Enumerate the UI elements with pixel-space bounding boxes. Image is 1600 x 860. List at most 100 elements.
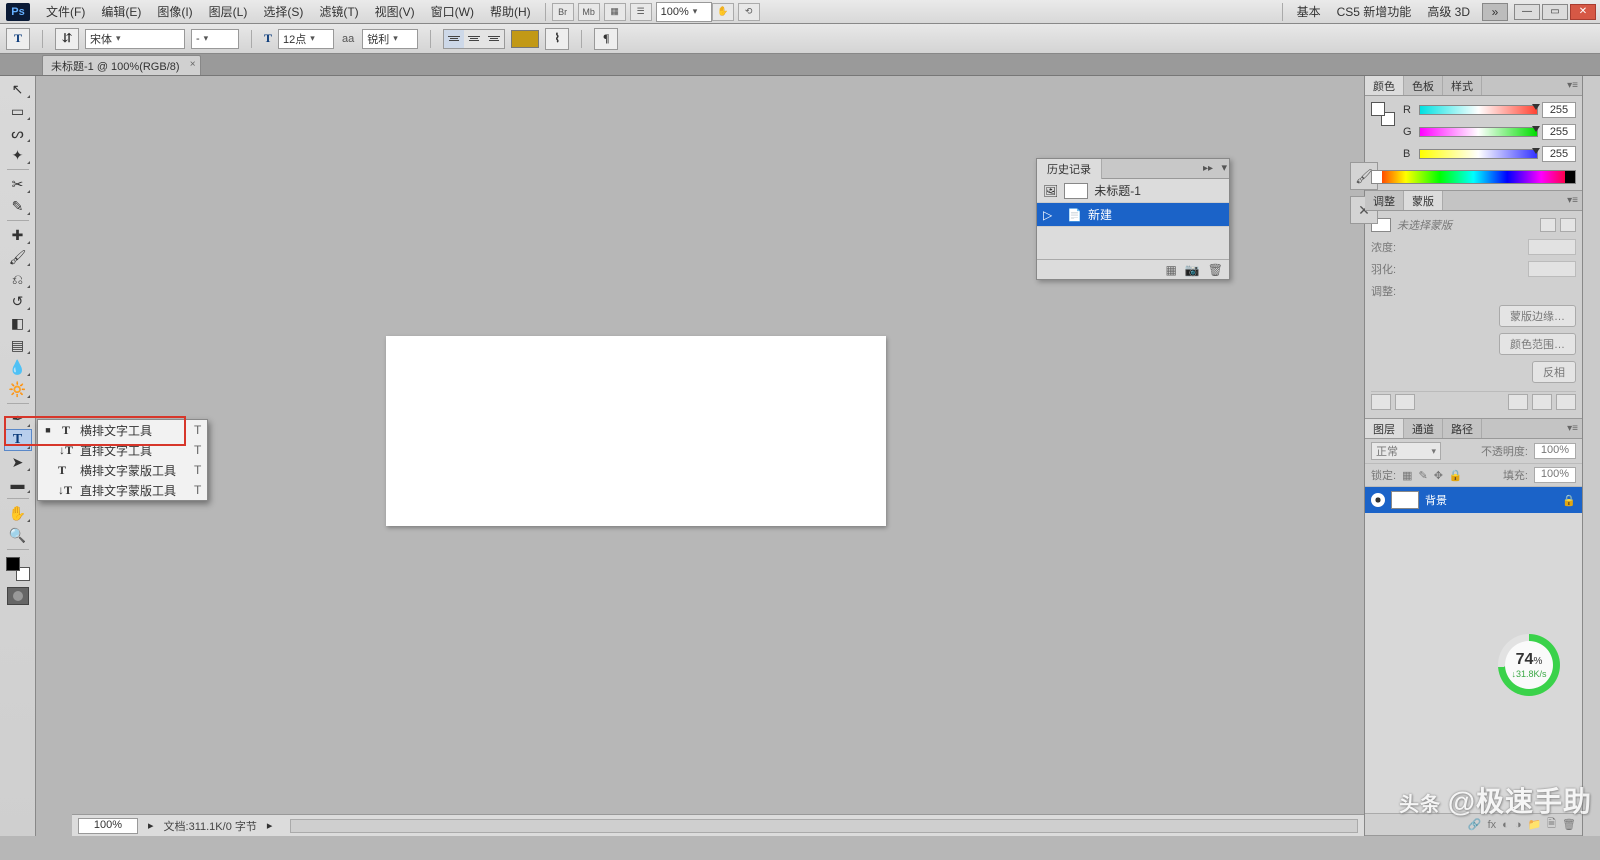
workspace-expand-button[interactable]: » xyxy=(1482,3,1508,21)
invert-button[interactable]: 反相 xyxy=(1532,361,1576,383)
mask-delete-icon[interactable] xyxy=(1556,394,1576,410)
gradient-tool[interactable]: ▤ xyxy=(4,334,32,356)
flyout-vertical-type-mask[interactable]: ↓T⃣ 直排文字蒙版工具 T xyxy=(38,480,207,500)
lock-pixels-icon[interactable]: ▦ xyxy=(1402,469,1412,482)
menu-image[interactable]: 图像(I) xyxy=(149,1,200,23)
zoom-tool[interactable]: 🔍 xyxy=(4,524,32,546)
font-size-dropdown[interactable]: 12点 xyxy=(278,29,334,49)
window-maximize-button[interactable]: ▭ xyxy=(1542,4,1568,20)
tab-paths[interactable]: 路径 xyxy=(1443,419,1482,438)
document-tab[interactable]: 未标题-1 @ 100%(RGB/8) × xyxy=(42,55,201,75)
color-ramp[interactable] xyxy=(1371,170,1576,184)
fill-input[interactable]: 100% xyxy=(1534,467,1576,483)
opacity-input[interactable]: 100% xyxy=(1534,443,1576,459)
wand-tool[interactable]: ✦ xyxy=(4,144,32,166)
align-right-button[interactable] xyxy=(484,30,504,48)
flyout-horizontal-type-mask[interactable]: T⃣ 横排文字蒙版工具 T xyxy=(38,460,207,480)
rotate-view-icon[interactable]: ⟲ xyxy=(738,3,760,21)
panel-menu-icon[interactable]: ▾≡ xyxy=(1567,423,1578,434)
orientation-icon[interactable]: ⇵ xyxy=(55,28,79,50)
status-arrow[interactable]: ▸ xyxy=(267,819,273,832)
antialias-dropdown[interactable]: 锐利 xyxy=(362,29,418,49)
lock-move-icon[interactable]: ✥ xyxy=(1434,469,1443,482)
menu-file[interactable]: 文件(F) xyxy=(38,1,93,23)
dodge-tool[interactable]: 🔆 xyxy=(4,378,32,400)
window-close-button[interactable]: ✕ xyxy=(1570,4,1596,20)
panel-menu-icon[interactable]: ▸▸ xyxy=(1203,163,1213,174)
panel-menu-icon[interactable]: ▾≡ xyxy=(1567,195,1578,206)
history-panel[interactable]: 历史记录 ▸▸ ▾ 🖼 未标题-1 ▷ 📄 新建 ▦ 📷 🗑 xyxy=(1036,158,1230,280)
tab-mask[interactable]: 蒙版 xyxy=(1404,191,1443,210)
stamp-tool[interactable]: ⎌ xyxy=(4,268,32,290)
eyedropper-tool[interactable]: ✎ xyxy=(4,195,32,217)
tab-styles[interactable]: 样式 xyxy=(1443,76,1482,95)
menu-filter[interactable]: 滤镜(T) xyxy=(311,1,366,23)
marquee-tool[interactable]: ▭ xyxy=(4,100,32,122)
align-left-button[interactable] xyxy=(444,30,464,48)
menu-help[interactable]: 帮助(H) xyxy=(482,1,539,23)
character-panel-icon[interactable]: ¶ xyxy=(594,28,618,50)
tool-preset-icon[interactable]: T xyxy=(6,28,30,50)
g-slider[interactable] xyxy=(1419,127,1538,137)
type-tool[interactable]: T xyxy=(4,429,32,451)
visibility-icon[interactable] xyxy=(1371,493,1385,507)
g-value[interactable]: 255 xyxy=(1542,124,1576,140)
color-range-button[interactable]: 颜色范围… xyxy=(1499,333,1576,355)
menu-view[interactable]: 视图(V) xyxy=(367,1,423,23)
pixel-mask-icon[interactable] xyxy=(1540,218,1556,232)
dock-edge[interactable] xyxy=(1582,76,1600,836)
bridge-icon[interactable]: Br xyxy=(552,3,574,21)
color-fgbg[interactable] xyxy=(1371,102,1395,126)
flyout-horizontal-type[interactable]: ■ T 横排文字工具 T xyxy=(38,420,207,440)
workspace-cs5[interactable]: CS5 新增功能 xyxy=(1329,3,1420,20)
font-style-dropdown[interactable]: - xyxy=(191,29,239,49)
flyout-vertical-type[interactable]: ↓T 直排文字工具 T xyxy=(38,440,207,460)
menu-window[interactable]: 窗口(W) xyxy=(423,1,482,23)
document-canvas[interactable] xyxy=(386,336,886,526)
warp-text-icon[interactable]: ⌇ xyxy=(545,28,569,50)
vector-mask-icon[interactable] xyxy=(1560,218,1576,232)
pen-tool[interactable]: ✒ xyxy=(4,407,32,429)
menu-layer[interactable]: 图层(L) xyxy=(201,1,256,23)
mask-icon-4[interactable] xyxy=(1532,394,1552,410)
tab-channels[interactable]: 通道 xyxy=(1404,419,1443,438)
heal-tool[interactable]: ✚ xyxy=(4,224,32,246)
h-scrollbar[interactable] xyxy=(290,819,1358,833)
brush-tool[interactable]: 🖌 xyxy=(4,246,32,268)
shape-tool[interactable]: ▬ xyxy=(4,473,32,495)
lock-brush-icon[interactable]: ✎ xyxy=(1418,469,1427,482)
hand-tool[interactable]: ✋ xyxy=(4,502,32,524)
move-tool[interactable]: ↖ xyxy=(4,78,32,100)
r-slider[interactable] xyxy=(1419,105,1538,115)
close-tab-icon[interactable]: × xyxy=(190,59,196,70)
blend-mode-dropdown[interactable]: 正常 xyxy=(1371,442,1441,460)
history-source[interactable]: 🖼 未标题-1 xyxy=(1037,179,1229,203)
tab-adjust[interactable]: 调整 xyxy=(1365,191,1404,210)
align-center-button[interactable] xyxy=(464,30,484,48)
font-family-dropdown[interactable]: 宋体 xyxy=(85,29,185,49)
text-color-swatch[interactable] xyxy=(511,30,539,48)
fx-icon[interactable]: fx xyxy=(1488,819,1497,831)
zoom-input[interactable]: 100% xyxy=(78,818,138,834)
crop-tool[interactable]: ✂ xyxy=(4,173,32,195)
zoom-dropdown[interactable]: 100% xyxy=(656,2,712,22)
b-slider[interactable] xyxy=(1419,149,1538,159)
window-minimize-button[interactable]: — xyxy=(1514,4,1540,20)
screenmode-icon[interactable]: ▦ xyxy=(604,3,626,21)
new-doc-from-state-icon[interactable]: ▦ xyxy=(1165,263,1176,277)
foreground-background-swatch[interactable] xyxy=(6,557,30,581)
hand-icon[interactable]: ✋ xyxy=(712,3,734,21)
fill-adjust-icon[interactable]: ◑ xyxy=(1515,819,1522,831)
mask-icon-1[interactable] xyxy=(1371,394,1391,410)
mask-icon-3[interactable] xyxy=(1508,394,1528,410)
menu-edit[interactable]: 编辑(E) xyxy=(93,1,149,23)
mask-add-icon[interactable]: ◐ xyxy=(1502,819,1509,831)
quickmask-button[interactable] xyxy=(7,587,29,605)
workspace-basic[interactable]: 基本 xyxy=(1289,3,1329,20)
lock-all-icon[interactable]: 🔒 xyxy=(1449,469,1463,482)
minibridge-icon[interactable]: Mb xyxy=(578,3,600,21)
eraser-tool[interactable]: ◧ xyxy=(4,312,32,334)
mask-icon-2[interactable] xyxy=(1395,394,1415,410)
mask-edge-button[interactable]: 蒙版边缘… xyxy=(1499,305,1576,327)
lasso-tool[interactable]: ᔕ xyxy=(4,122,32,144)
